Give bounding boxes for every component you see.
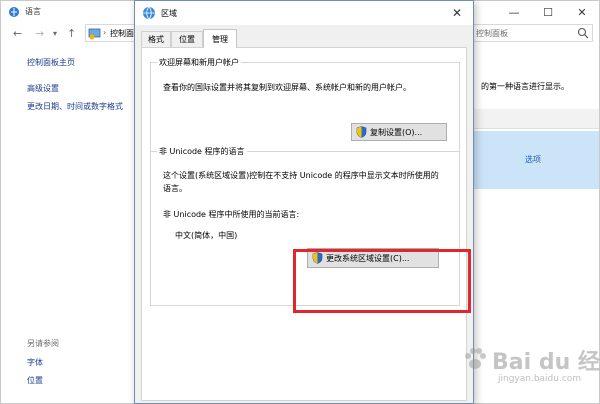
current-language-value: 中文(简体，中国): [175, 231, 238, 240]
current-language-label: 非 Unicode 程序中所使用的当前语言:: [163, 210, 300, 219]
address-bar[interactable]: › 控制面: [85, 24, 141, 42]
dialog-close-button[interactable]: ✕: [443, 3, 471, 23]
welcome-group-description: 查看你的国际设置并将其复制到欢迎屏幕、系统帐户和新的用户帐户。: [163, 83, 411, 92]
sidebar-link-fonts[interactable]: 字体: [27, 357, 43, 368]
close-window-button[interactable]: ✕: [565, 1, 599, 23]
non-unicode-description: 这个设置(系统区域设置)控制在不支持 Unicode 的程序中显示文本时所使用的…: [163, 171, 439, 193]
up-arrow-icon[interactable]: ↑: [67, 27, 76, 40]
highlight-annotation-box: [293, 249, 471, 313]
region-globe-icon: [143, 6, 155, 20]
watermark-brand: Bai du 经验: [492, 350, 600, 375]
close-icon: ✕: [577, 5, 587, 19]
sidebar-link-control-panel-home[interactable]: 控制面板主页: [27, 57, 75, 68]
sidebar-link-date-format[interactable]: 更改日期、时间或数字格式: [27, 101, 123, 112]
copy-settings-button[interactable]: 复制设置(O)...: [351, 123, 447, 141]
watermark: Bai du 经验 jingyan.baidu.com: [462, 342, 600, 402]
control-panel-icon: [88, 28, 101, 40]
recent-locations-chevron-icon[interactable]: ▾: [53, 29, 57, 38]
welcome-group-legend: 欢迎屏幕和新用户帐户: [157, 57, 241, 68]
close-icon: ✕: [451, 6, 463, 20]
tab-location[interactable]: 位置: [171, 31, 203, 47]
tab-administrative[interactable]: 管理: [203, 29, 237, 48]
breadcrumb-chevron-icon: ›: [103, 28, 107, 37]
minimize-icon: —: [508, 5, 520, 19]
region-dialog-title: 区域: [161, 9, 177, 18]
minimize-button[interactable]: —: [497, 1, 531, 23]
maximize-button[interactable]: ☐: [531, 1, 565, 23]
non-unicode-group-legend: 非 Unicode 程序的语言: [157, 146, 247, 157]
language-list-header: [471, 109, 599, 129]
region-dialog-titlebar: 区域 ✕: [135, 1, 473, 25]
breadcrumb[interactable]: 控制面: [110, 28, 134, 39]
region-dialog: 区域 ✕ 格式 位置 管理 欢迎屏幕和新用户帐户 查看你的国际设置并将其复制到欢…: [134, 0, 474, 404]
tab-formats[interactable]: 格式: [141, 31, 171, 47]
search-icon[interactable]: [577, 27, 589, 39]
sidebar-link-advanced-settings[interactable]: 高级设置: [27, 83, 59, 94]
sidebar-link-location[interactable]: 位置: [27, 375, 43, 386]
language-options-link[interactable]: 选项: [525, 154, 541, 165]
search-input[interactable]: 控制面板: [476, 28, 508, 39]
administrative-tab-panel: 欢迎屏幕和新用户帐户 查看你的国际设置并将其复制到欢迎屏幕、系统帐户和新的用户帐…: [141, 47, 467, 401]
language-window-title: 语言: [25, 7, 41, 16]
maximize-icon: ☐: [543, 5, 553, 19]
search-box[interactable]: 控制面板: [471, 24, 593, 42]
language-app-icon: [9, 7, 19, 17]
copy-settings-label: 复制设置(O)...: [370, 127, 423, 137]
paw-logo-icon: [465, 348, 486, 369]
back-arrow-icon[interactable]: ←: [13, 27, 22, 40]
language-description: 的第一种语言进行显示。: [481, 82, 569, 91]
watermark-url: jingyan.baidu.com: [498, 374, 582, 384]
forward-arrow-icon[interactable]: →: [35, 27, 44, 40]
welcome-screen-group: 欢迎屏幕和新用户帐户 查看你的国际设置并将其复制到欢迎屏幕、系统帐户和新的用户帐…: [150, 57, 460, 152]
uac-shield-icon: [356, 126, 367, 138]
see-also-heading: 另请参阅: [27, 339, 59, 348]
